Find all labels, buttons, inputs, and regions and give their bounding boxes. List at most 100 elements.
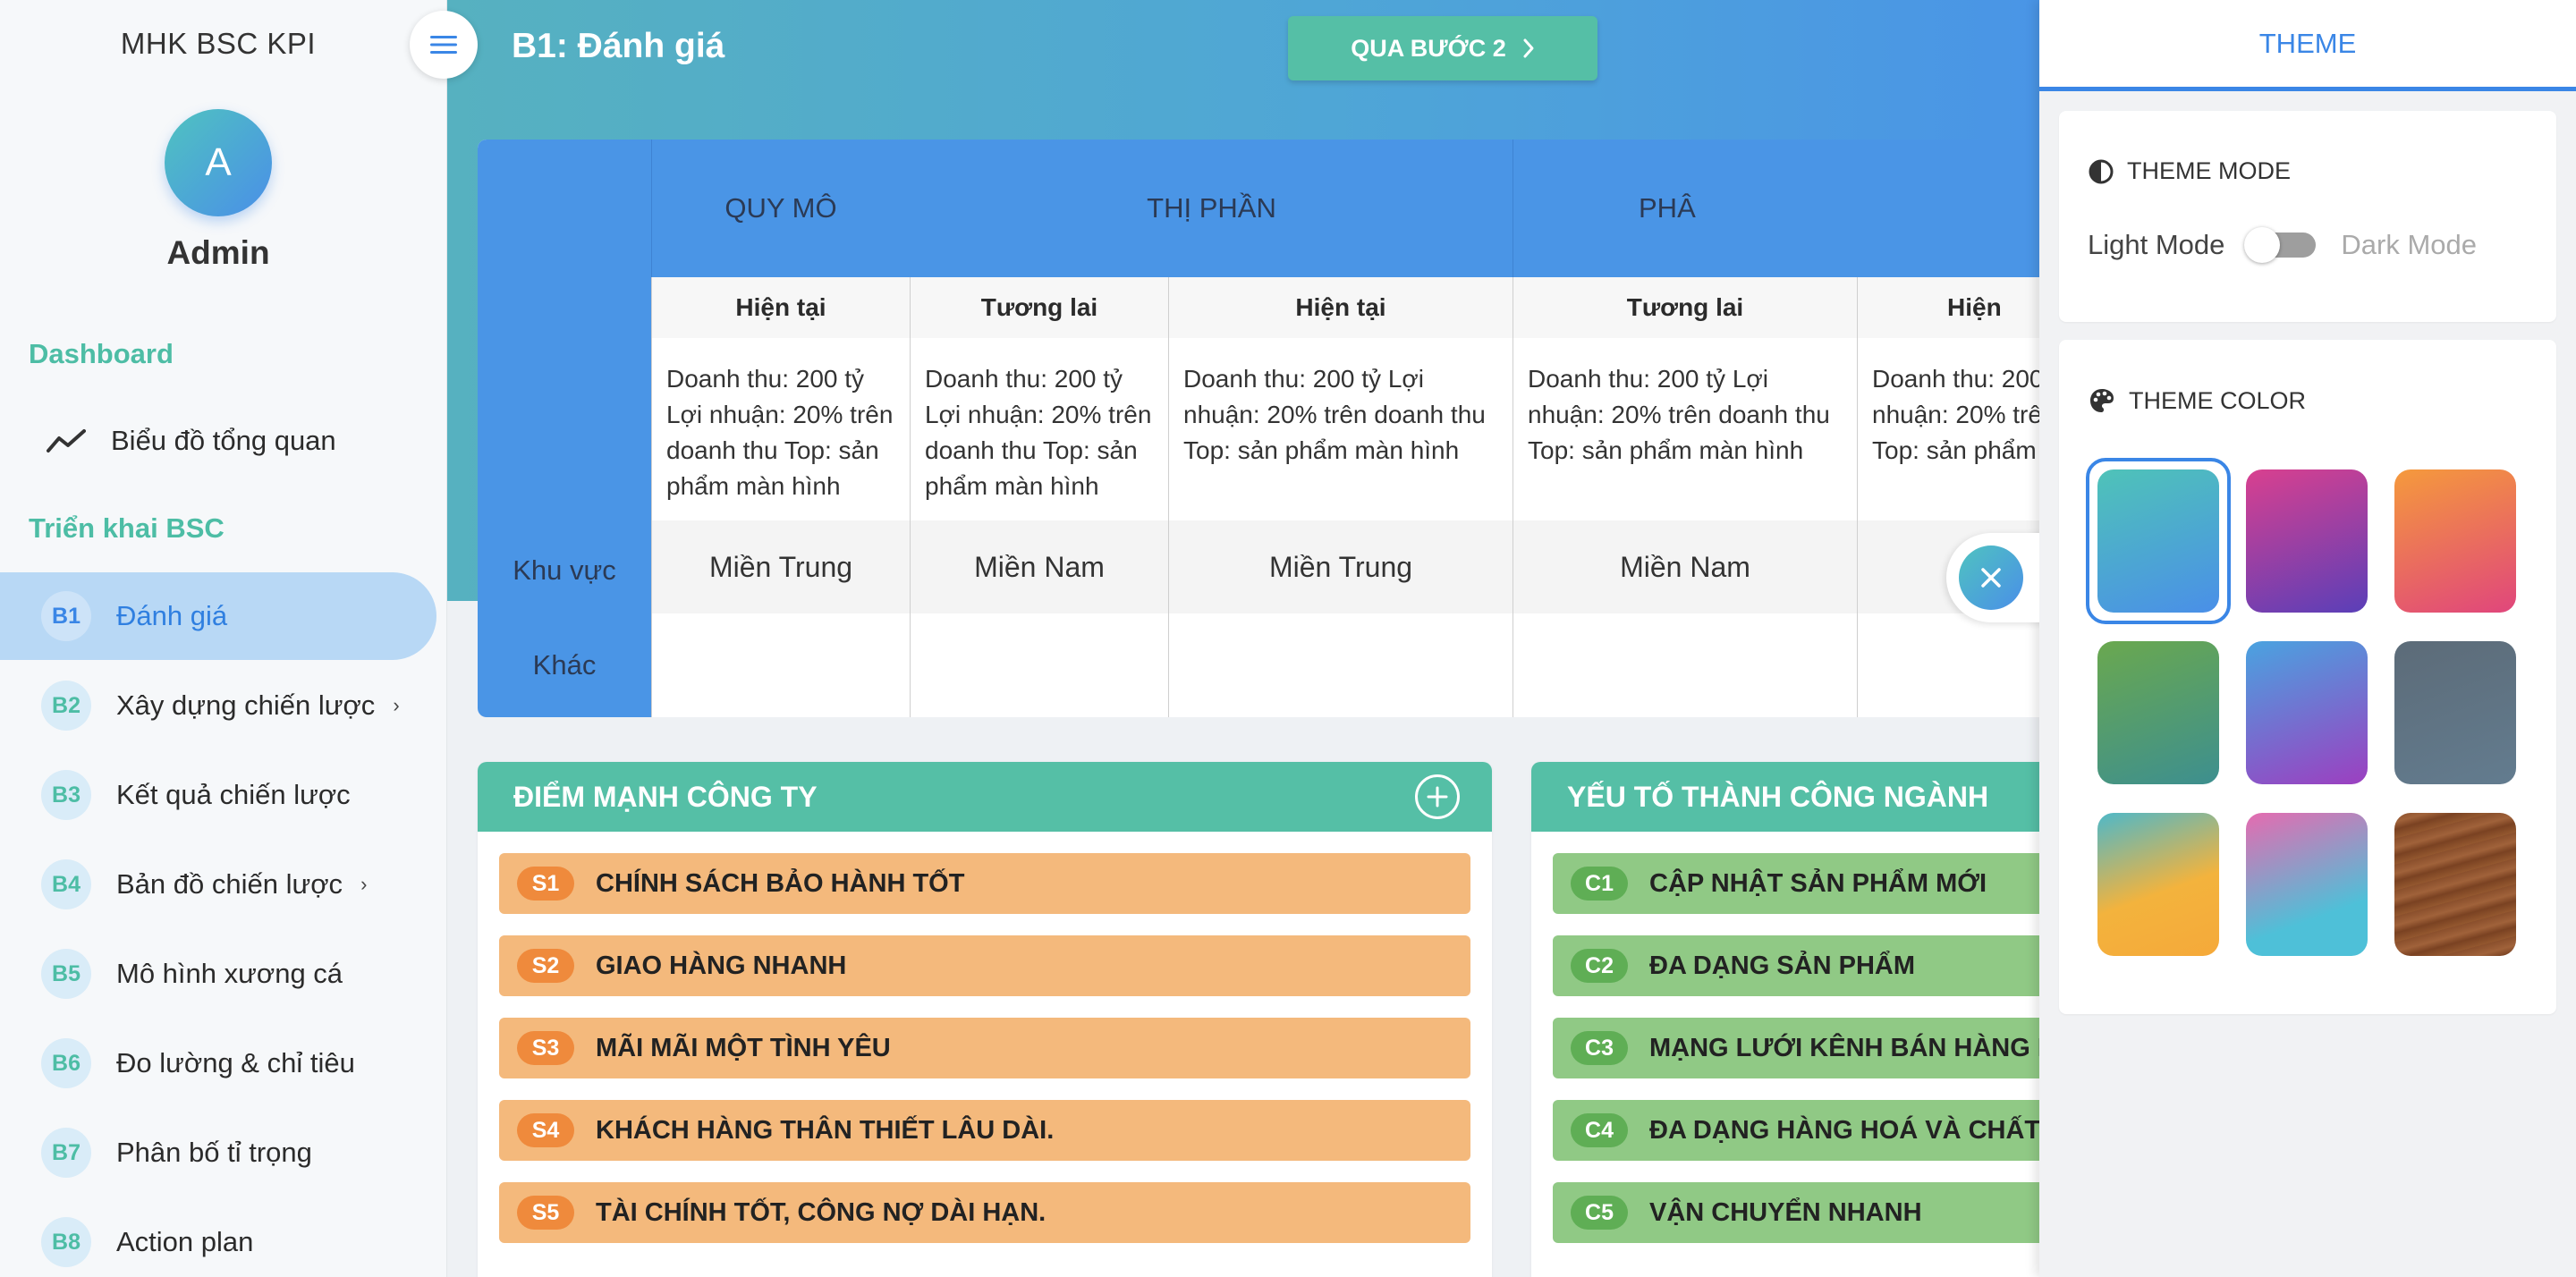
strength-item[interactable]: S4 KHÁCH HÀNG THÂN THIẾT LÂU DÀI. [499, 1100, 1470, 1161]
table-cell[interactable]: Doanh thu: 200 tỷ Lợi nhuận: 20% trên do… [1513, 338, 1857, 520]
table-cell[interactable]: Doanh thu: 200 tỷ Lợi nhuận: 20% trên do… [651, 338, 910, 520]
step-badge: B6 [41, 1038, 91, 1088]
theme-color-label: THEME COLOR [2129, 386, 2307, 414]
sidebar-item-overview[interactable]: Biểu đồ tổng quan [0, 397, 436, 485]
item-label: VẬN CHUYỂN NHANH [1649, 1197, 1922, 1227]
theme-mode-row: Light Mode Dark Mode [2088, 227, 2477, 263]
item-badge: S2 [517, 949, 574, 983]
item-label: KHÁCH HÀNG THÂN THIẾT LÂU DÀI. [596, 1115, 1055, 1145]
table-cell[interactable]: Miền Trung [1168, 520, 1513, 613]
sidebar-item-label: Đo lường & chỉ tiêu [116, 1047, 355, 1078]
factor-item[interactable]: C2 ĐA DẠNG SẢN PHẨM [1553, 935, 2039, 996]
step-badge: B8 [41, 1217, 91, 1267]
sidebar-item-b2[interactable]: B2 Xây dựng chiến lược › [0, 662, 436, 749]
theme-swatch-blue-violet[interactable] [2246, 641, 2368, 784]
theme-mode-title: THEME MODE [2088, 157, 2291, 185]
sidebar-item-b6[interactable]: B6 Đo lường & chỉ tiêu [0, 1019, 436, 1107]
username: Admin [166, 234, 270, 271]
table-subheader: Hiện tại [1168, 277, 1513, 338]
item-label: TÀI CHÍNH TỐT, CÔNG NỢ DÀI HẠN. [596, 1197, 1046, 1227]
table-cell[interactable] [1513, 613, 1857, 717]
sidebar-item-label: Xây dựng chiến lược [116, 689, 376, 721]
item-badge: C3 [1571, 1031, 1628, 1065]
table-cell[interactable]: Doanh thu: 200 tỷ Lợi nhuận: 20% trên do… [910, 338, 1168, 520]
sidebar-item-b7[interactable]: B7 Phân bố tỉ trọng [0, 1109, 436, 1197]
close-button-circle [1959, 545, 2023, 610]
strengths-panel: ĐIỂM MẠNH CÔNG TY S1 CHÍNH SÁCH BẢO HÀNH… [478, 762, 1492, 1277]
item-badge: C4 [1571, 1113, 1628, 1147]
factor-item[interactable]: C4 ĐA DẠNG HÀNG HOÁ VÀ CHẤT LƯỢNG [1553, 1100, 2039, 1161]
theme-swatch-teal-gold[interactable] [2097, 813, 2219, 956]
strength-item[interactable]: S3 MÃI MÃI MỘT TÌNH YÊU [499, 1018, 1470, 1078]
theme-mode-toggle[interactable] [2244, 227, 2317, 263]
table-subheader: Hiện tại [651, 277, 910, 338]
sidebar-item-label: Đánh giá [116, 600, 228, 631]
table-group-header: PHÂ [1513, 140, 2039, 277]
add-strength-button[interactable] [1415, 774, 1460, 819]
theme-swatch-teal-blue[interactable] [2097, 469, 2219, 613]
sidebar-item-b3[interactable]: B3 Kết quả chiến lược [0, 751, 436, 839]
next-step-label: QUA BƯỚC 2 [1351, 34, 1506, 62]
factor-item[interactable]: C1 CẬP NHẬT SẢN PHẨM MỚI [1553, 853, 2039, 914]
close-button[interactable] [1946, 533, 2039, 622]
theme-mode-card: THEME MODE Light Mode Dark Mode [2059, 111, 2556, 322]
theme-swatch-orange-pink[interactable] [2394, 469, 2516, 613]
table-cell[interactable] [910, 613, 1168, 717]
menu-toggle-button[interactable] [410, 11, 478, 79]
hamburger-icon [430, 36, 457, 54]
chevron-right-icon [1523, 38, 1534, 58]
table-cell[interactable] [651, 613, 910, 717]
row-label-other: Khác [532, 649, 597, 681]
sidebar-item-label: Action plan [116, 1226, 254, 1257]
next-step-button[interactable]: QUA BƯỚC 2 [1288, 16, 1597, 80]
theme-swatch-green-teal[interactable] [2097, 641, 2219, 784]
contrast-icon [2089, 159, 2114, 183]
avatar[interactable]: A [165, 109, 272, 216]
sidebar-item-label: Mô hình xương cá [116, 958, 343, 989]
table-cell[interactable]: Miền Nam [1513, 520, 1857, 613]
table-cell[interactable]: Miền Nam [910, 520, 1168, 613]
line-chart-icon [47, 429, 86, 452]
item-label: MẠNG LƯỚI KÊNH BÁN HÀNG RỘNG [1649, 1033, 2039, 1062]
item-label: MÃI MÃI MỘT TÌNH YÊU [596, 1033, 891, 1062]
theme-panel: THEME THEME MODE Light Mode Dark Mode TH… [2039, 0, 2576, 1277]
theme-tab[interactable]: THEME [2039, 0, 2576, 91]
table-cell[interactable]: Doanh thu: 200 tỷ Lợi nhuận: 20% trên do… [1857, 338, 2039, 520]
table-group-header: THỊ PHẦN [910, 140, 1513, 277]
sidebar-item-b4[interactable]: B4 Bản đồ chiến lược › [0, 841, 436, 928]
table-cell[interactable]: Miền Trung [651, 520, 910, 613]
strength-item[interactable]: S1 CHÍNH SÁCH BẢO HÀNH TỐT [499, 853, 1470, 914]
success-factors-panel: YẾU TỐ THÀNH CÔNG NGÀNH C1 CẬP NHẬT SẢN … [1531, 762, 2039, 1277]
theme-swatch-pink-purple[interactable] [2246, 469, 2368, 613]
theme-swatch-pink-cyan[interactable] [2246, 813, 2368, 956]
theme-color-card: THEME COLOR [2059, 340, 2556, 1014]
step-badge: B5 [41, 949, 91, 999]
table-cell[interactable] [1168, 613, 1513, 717]
sidebar: MHK BSC KPI A Admin Dashboard Biểu đồ tổ… [0, 0, 447, 1277]
factor-item[interactable]: C5 VẬN CHUYỂN NHANH [1553, 1182, 2039, 1243]
light-mode-label: Light Mode [2088, 229, 2225, 260]
theme-swatch-slate[interactable] [2394, 641, 2516, 784]
panel-title: ĐIỂM MẠNH CÔNG TY [513, 780, 818, 813]
sidebar-item-label: Bản đồ chiến lược [116, 868, 343, 900]
table-group-header: QUY MÔ [651, 140, 910, 277]
item-label: CẬP NHẬT SẢN PHẨM MỚI [1649, 868, 1987, 898]
step-badge: B4 [41, 859, 91, 909]
theme-mode-label: THEME MODE [2127, 157, 2292, 184]
section-deploy: Triển khai BSC [29, 512, 225, 544]
strength-item[interactable]: S5 TÀI CHÍNH TỐT, CÔNG NỢ DÀI HẠN. [499, 1182, 1470, 1243]
theme-swatch-wood[interactable] [2394, 813, 2516, 956]
item-label: GIAO HÀNG NHANH [596, 951, 847, 980]
sidebar-item-b5[interactable]: B5 Mô hình xương cá [0, 930, 436, 1018]
strength-item[interactable]: S2 GIAO HÀNG NHANH [499, 935, 1470, 996]
sidebar-item-label: Biểu đồ tổng quan [111, 425, 336, 456]
factor-item[interactable]: C3 MẠNG LƯỚI KÊNH BÁN HÀNG RỘNG [1553, 1018, 2039, 1078]
item-badge: S3 [517, 1031, 574, 1065]
table-subheader: Tương lai [1513, 277, 1857, 338]
item-badge: C1 [1571, 867, 1628, 901]
table-cell[interactable]: Doanh thu: 200 tỷ Lợi nhuận: 20% trên do… [1168, 338, 1513, 520]
sidebar-item-b8[interactable]: B8 Action plan [0, 1198, 436, 1277]
sidebar-item-b1[interactable]: B1 Đánh giá [0, 572, 436, 660]
step-badge: B1 [41, 591, 91, 641]
table-cell[interactable] [1857, 613, 2039, 717]
